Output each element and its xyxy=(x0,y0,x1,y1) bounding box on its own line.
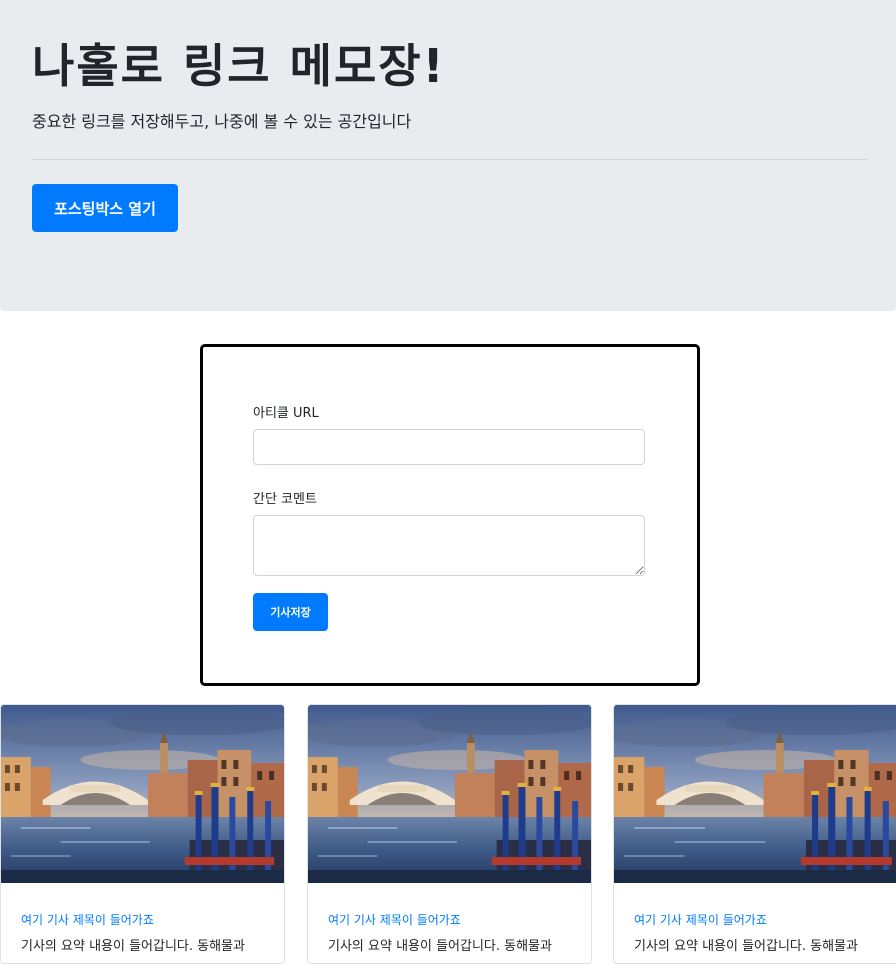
card-image[interactable] xyxy=(308,705,591,883)
card-title-link[interactable]: 여기 기사 제목이 들어가죠 xyxy=(21,911,154,928)
card-title-link[interactable]: 여기 기사 제목이 들어가죠 xyxy=(634,911,767,928)
comment-label: 간단 코멘트 xyxy=(253,492,317,507)
article-url-input[interactable] xyxy=(253,429,645,465)
page-subtitle: 중요한 링크를 저장해두고, 나중에 볼 수 있는 공간입니다 xyxy=(32,112,412,131)
card-summary: 기사의 요약 내용이 들어갑니다. 동해물과 xyxy=(21,939,245,954)
header-divider xyxy=(32,159,868,160)
comment-textarea[interactable] xyxy=(253,515,645,576)
url-label: 아티클 URL xyxy=(253,406,319,421)
article-card[interactable]: 여기 기사 제목이 들어가죠 기사의 요약 내용이 들어갑니다. 동해물과 xyxy=(307,704,592,964)
card-summary: 기사의 요약 내용이 들어갑니다. 동해물과 xyxy=(328,939,552,954)
page-title: 나홀로 링크 메모장! xyxy=(32,39,446,93)
article-card[interactable]: 여기 기사 제목이 들어가죠 기사의 요약 내용이 들어갑니다. 동해물과 xyxy=(0,704,285,964)
save-article-button[interactable]: 기사저장 xyxy=(253,593,328,631)
card-image[interactable] xyxy=(1,705,284,883)
posting-box: 아티클 URL 간단 코멘트 기사저장 xyxy=(200,344,700,686)
jumbotron-header: 나홀로 링크 메모장! 중요한 링크를 저장해두고, 나중에 볼 수 있는 공간… xyxy=(0,0,896,311)
article-card[interactable]: 여기 기사 제목이 들어가죠 기사의 요약 내용이 들어갑니다. 동해물과 xyxy=(613,704,896,964)
card-summary: 기사의 요약 내용이 들어갑니다. 동해물과 xyxy=(634,939,858,954)
card-title-link[interactable]: 여기 기사 제목이 들어가죠 xyxy=(328,911,461,928)
card-image[interactable] xyxy=(614,705,896,883)
open-posting-box-button[interactable]: 포스팅박스 열기 xyxy=(32,184,178,232)
